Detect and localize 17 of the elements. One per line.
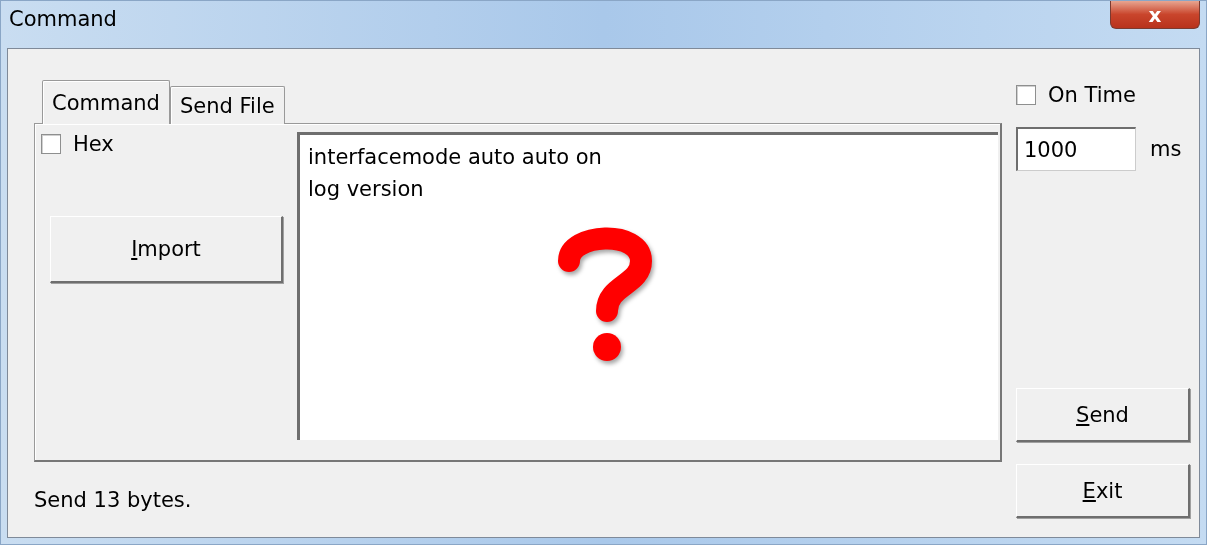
checkbox-label: Hex	[73, 132, 114, 156]
checkbox[interactable]	[1016, 85, 1036, 105]
import-button[interactable]: Import	[50, 216, 283, 283]
command-line: interfacemode auto auto on	[308, 144, 603, 171]
command-text-area[interactable]: interfacemode auto auto on log version	[297, 132, 998, 440]
command-line: log version	[308, 176, 425, 203]
unit-label: ms	[1150, 137, 1182, 161]
interval-input[interactable]: 1000	[1016, 127, 1136, 171]
tab[interactable]: Command	[42, 80, 170, 124]
send-button[interactable]: Send	[1016, 388, 1190, 442]
checkbox-label: On Time	[1048, 83, 1136, 107]
status-text: Send 13 bytes.	[34, 487, 193, 512]
checkbox[interactable]	[41, 134, 61, 154]
exit-button[interactable]: Exit	[1016, 464, 1190, 518]
tab[interactable]: Send File	[169, 86, 285, 124]
close-button[interactable]: x	[1110, 1, 1200, 29]
window-title: Command	[9, 7, 117, 31]
